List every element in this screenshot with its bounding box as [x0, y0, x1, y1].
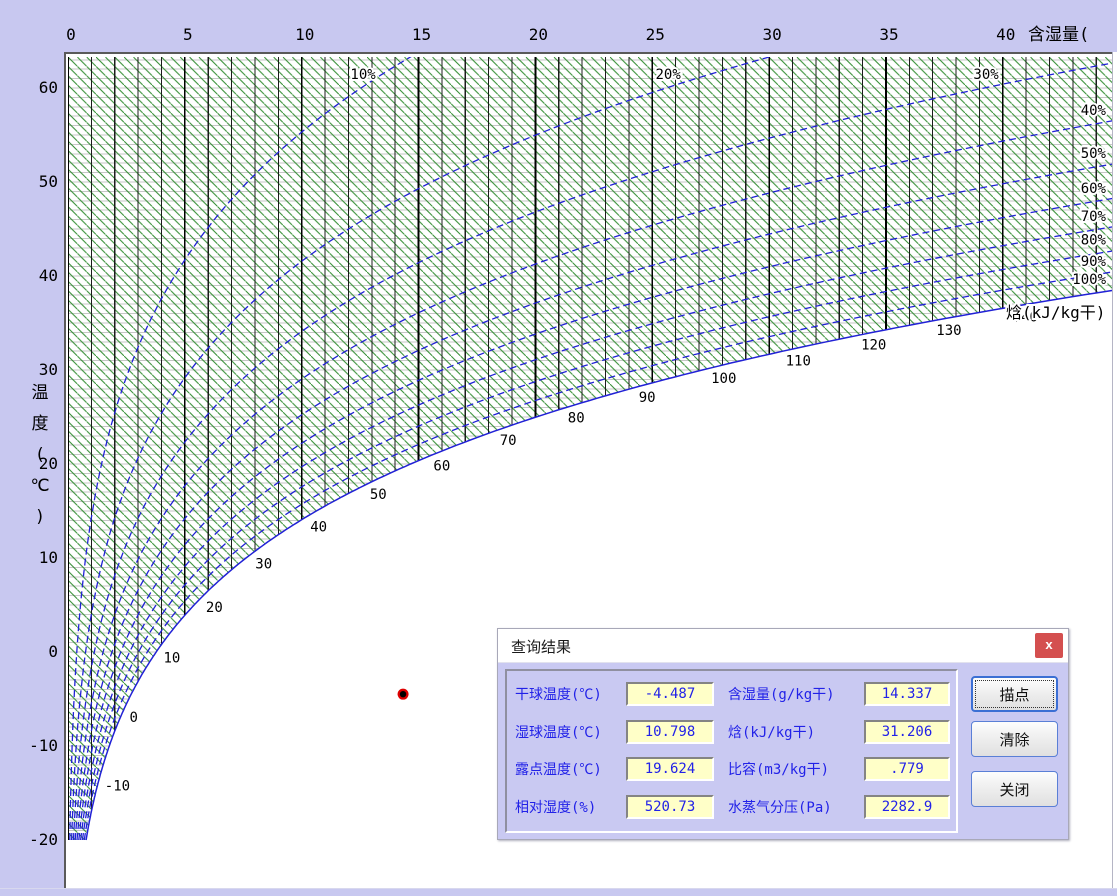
dew-point-temperature-field[interactable]: 19.624: [626, 757, 714, 781]
y-axis-tick-30: 30: [39, 360, 58, 379]
wet-bulb-temperature-label: 湿球温度(℃): [515, 722, 602, 742]
dialog-titlebar[interactable]: 查询结果 x: [498, 629, 1068, 663]
close-button[interactable]: 关闭: [971, 771, 1058, 807]
enthalpy-axis-title: 焓(kJ/kg干): [1006, 303, 1105, 322]
query-result-dialog: 查询结果 x 干球温度(℃) -4.487 湿球温度(℃) 10.798 露点温度(℃)…: [497, 628, 1069, 840]
x-axis-tick-15: 15: [412, 25, 431, 44]
dry-bulb-temperature-row: 干球温度(℃) -4.487: [515, 682, 716, 706]
enthalpy-label: 焓(kJ/kg干): [728, 722, 815, 742]
wet-bulb-temperature-row: 湿球温度(℃) 10.798: [515, 720, 716, 744]
humidity-ratio-field[interactable]: 14.337: [864, 682, 950, 706]
rh-label-30: 30%: [973, 67, 999, 83]
humidity-ratio-label: 含湿量(g/kg干): [728, 684, 835, 704]
x-axis-tick-35: 35: [879, 25, 898, 44]
plot-point-button[interactable]: 描点: [971, 676, 1058, 712]
x-axis-title: 含湿量(: [1028, 25, 1089, 45]
close-icon[interactable]: x: [1035, 633, 1063, 658]
enthalpy-label-40: 40: [310, 520, 327, 536]
x-axis-tick-25: 25: [646, 25, 665, 44]
y-axis-tick-10: 10: [39, 548, 58, 567]
relative-humidity-row: 相对湿度(%) 520.73: [515, 795, 716, 819]
y-axis-tick--20: -20: [29, 830, 58, 849]
rh-label-50: 50%: [1081, 146, 1107, 162]
dry-bulb-temperature-field[interactable]: -4.487: [626, 682, 714, 706]
enthalpy-label-60: 60: [433, 458, 450, 474]
result-fields-panel: 干球温度(℃) -4.487 湿球温度(℃) 10.798 露点温度(℃) 19.624 相…: [505, 669, 958, 833]
x-axis-tick-0: 0: [66, 25, 76, 44]
relative-humidity-label: 相对湿度(%): [515, 797, 596, 817]
y-axis-tick-40: 40: [39, 266, 58, 285]
enthalpy-row: 焓(kJ/kg干) 31.206: [728, 720, 952, 744]
rh-label-10: 10%: [350, 67, 376, 83]
vapor-pressure-row: 水蒸气分压(Pa) 2282.9: [728, 795, 952, 819]
vapor-pressure-label: 水蒸气分压(Pa): [728, 797, 832, 817]
enthalpy-field[interactable]: 31.206: [864, 720, 950, 744]
x-axis-tick-5: 5: [183, 25, 193, 44]
enthalpy-label-50: 50: [370, 487, 387, 503]
enthalpy-label-130: 130: [936, 323, 961, 339]
enthalpy-label-90: 90: [639, 390, 656, 406]
window-bottom-border: [0, 888, 1117, 896]
plotted-point: [400, 691, 406, 697]
window-right-margin: [1112, 52, 1117, 890]
enthalpy-label-70: 70: [500, 433, 517, 449]
y-axis-tick-60: 60: [39, 78, 58, 97]
vapor-pressure-field[interactable]: 2282.9: [864, 795, 950, 819]
enthalpy-label-110: 110: [786, 354, 811, 370]
enthalpy-label-120: 120: [861, 338, 886, 354]
rh-label-80: 80%: [1081, 233, 1107, 249]
enthalpy-label-0: 0: [130, 710, 138, 726]
rh-label-60: 60%: [1081, 181, 1107, 197]
y-axis-tick-50: 50: [39, 172, 58, 191]
specific-volume-label: 比容(m3/kg干): [728, 759, 829, 779]
rh-label-70: 70%: [1081, 209, 1107, 225]
specific-volume-row: 比容(m3/kg干) .779: [728, 757, 952, 781]
y-axis-tick--10: -10: [29, 736, 58, 755]
relative-humidity-field[interactable]: 520.73: [626, 795, 714, 819]
x-axis-tick-40: 40: [996, 25, 1015, 44]
enthalpy-label-30: 30: [255, 557, 272, 573]
dew-point-temperature-row: 露点温度(℃) 19.624: [515, 757, 716, 781]
rh-label-90: 90%: [1081, 254, 1107, 270]
humidity-ratio-row: 含湿量(g/kg干) 14.337: [728, 682, 952, 706]
enthalpy-label-10: 10: [163, 651, 180, 667]
dialog-title: 查询结果: [511, 636, 571, 657]
enthalpy-label-80: 80: [568, 411, 585, 427]
enthalpy-label--10: -10: [105, 779, 130, 795]
enthalpy-label-100: 100: [711, 371, 736, 387]
y-axis-tick-0: 0: [48, 642, 58, 661]
clear-button[interactable]: 清除: [971, 721, 1058, 757]
enthalpy-label-20: 20: [206, 600, 223, 616]
x-axis-tick-10: 10: [295, 25, 314, 44]
x-axis-tick-30: 30: [762, 25, 781, 44]
x-axis-tick-20: 20: [529, 25, 548, 44]
psychrometric-app-window: { "window": { "bg": "#c8c8f0" }, "chart_…: [0, 0, 1117, 896]
specific-volume-field[interactable]: .779: [864, 757, 950, 781]
rh-label-100: 100%: [1072, 272, 1106, 288]
wet-bulb-temperature-field[interactable]: 10.798: [626, 720, 714, 744]
dry-bulb-temperature-label: 干球温度(℃): [515, 684, 602, 704]
rh-label-20: 20%: [655, 67, 681, 83]
rh-label-40: 40%: [1081, 103, 1107, 119]
dew-point-temperature-label: 露点温度(℃): [515, 759, 602, 779]
